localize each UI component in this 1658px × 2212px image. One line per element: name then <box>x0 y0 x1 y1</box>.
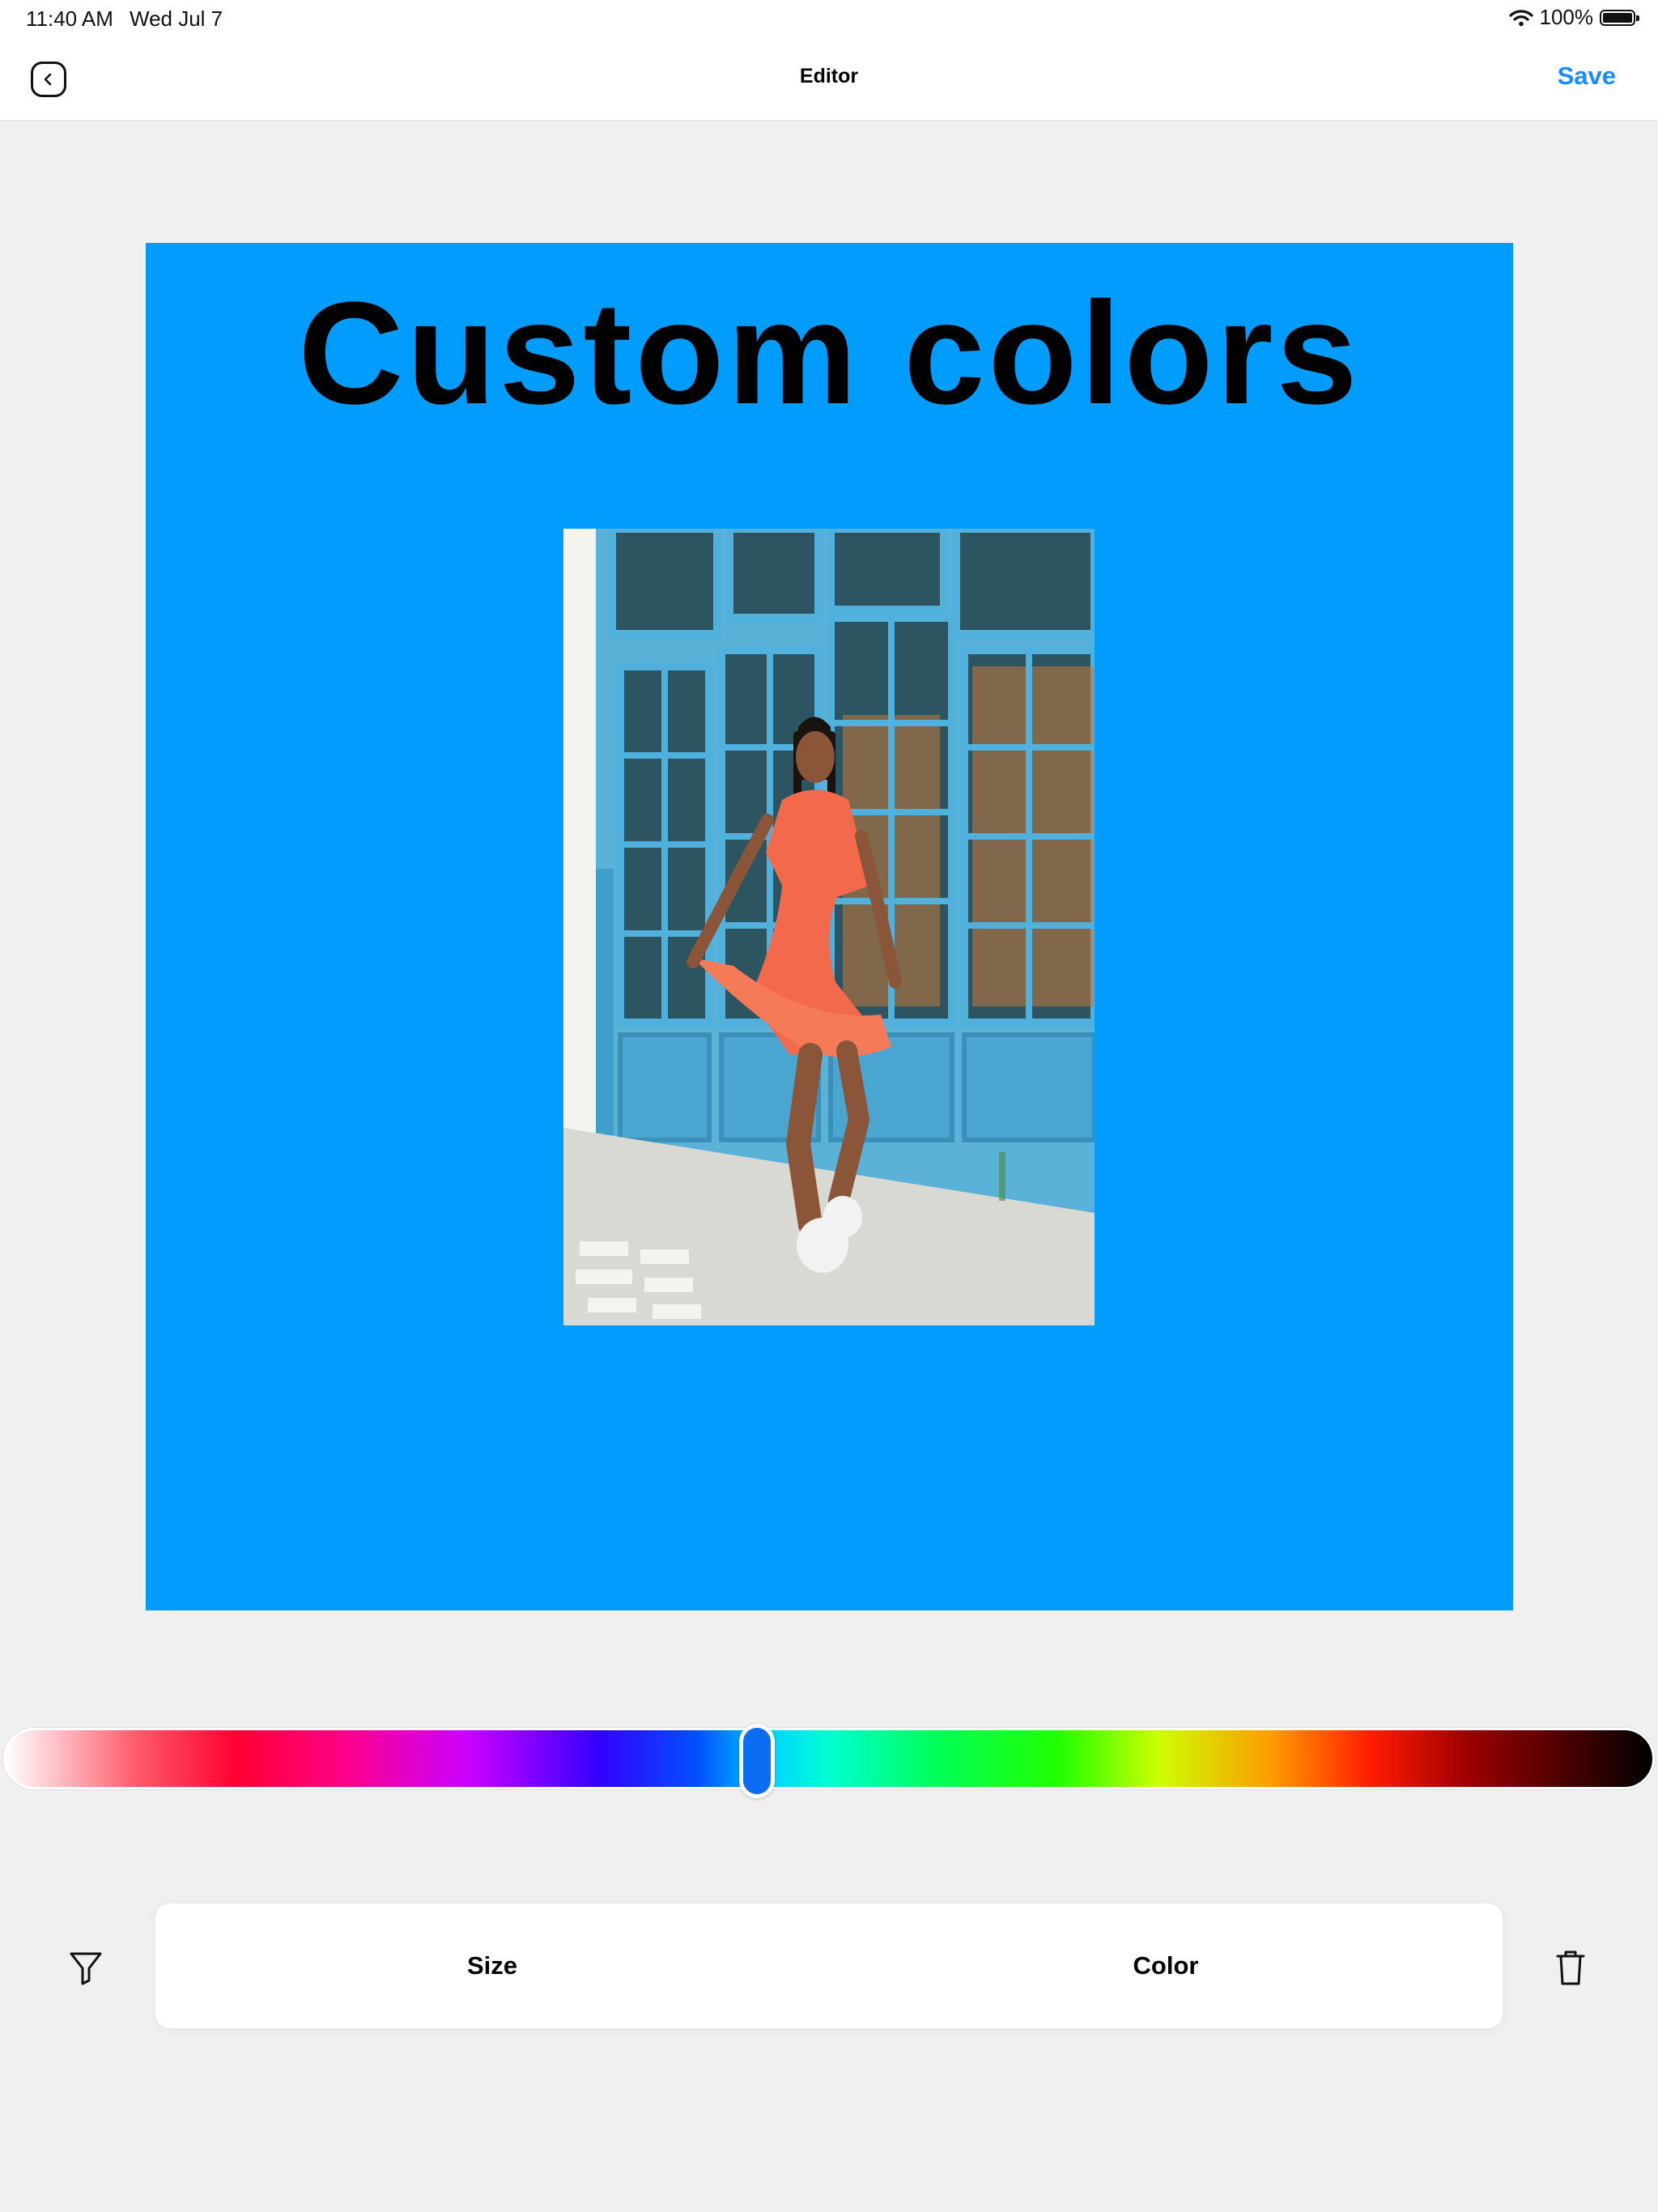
save-button[interactable]: Save <box>1558 62 1616 91</box>
photo-illustration <box>563 529 1095 1325</box>
navigation-bar: Editor Save <box>0 39 1658 121</box>
edit-options-tabs: Size Color <box>155 1904 1503 2028</box>
design-canvas[interactable]: Custom colors <box>146 243 1513 1610</box>
status-bar: 11:40 AM Wed Jul 7 100% <box>0 0 1658 39</box>
canvas-title-text[interactable]: Custom colors <box>146 274 1513 434</box>
page-title: Editor <box>799 65 859 87</box>
status-indicators: 100% <box>1508 5 1639 30</box>
filter-icon <box>70 1952 102 1985</box>
canvas-photo[interactable] <box>563 529 1095 1325</box>
tab-size[interactable]: Size <box>155 1904 829 2028</box>
trash-icon <box>1556 1950 1585 1985</box>
battery-percent: 100% <box>1539 5 1594 29</box>
status-date: Wed Jul 7 <box>130 6 223 31</box>
battery-icon <box>1600 9 1639 26</box>
color-hue-slider[interactable] <box>3 1724 1655 1798</box>
color-slider-thumb[interactable] <box>738 1724 775 1798</box>
delete-button[interactable] <box>1551 1946 1590 1989</box>
status-time: 11:40 AM <box>26 6 113 31</box>
filter-button[interactable] <box>66 1948 105 1987</box>
wifi-icon <box>1508 9 1533 26</box>
tab-color[interactable]: Color <box>829 1904 1503 2028</box>
